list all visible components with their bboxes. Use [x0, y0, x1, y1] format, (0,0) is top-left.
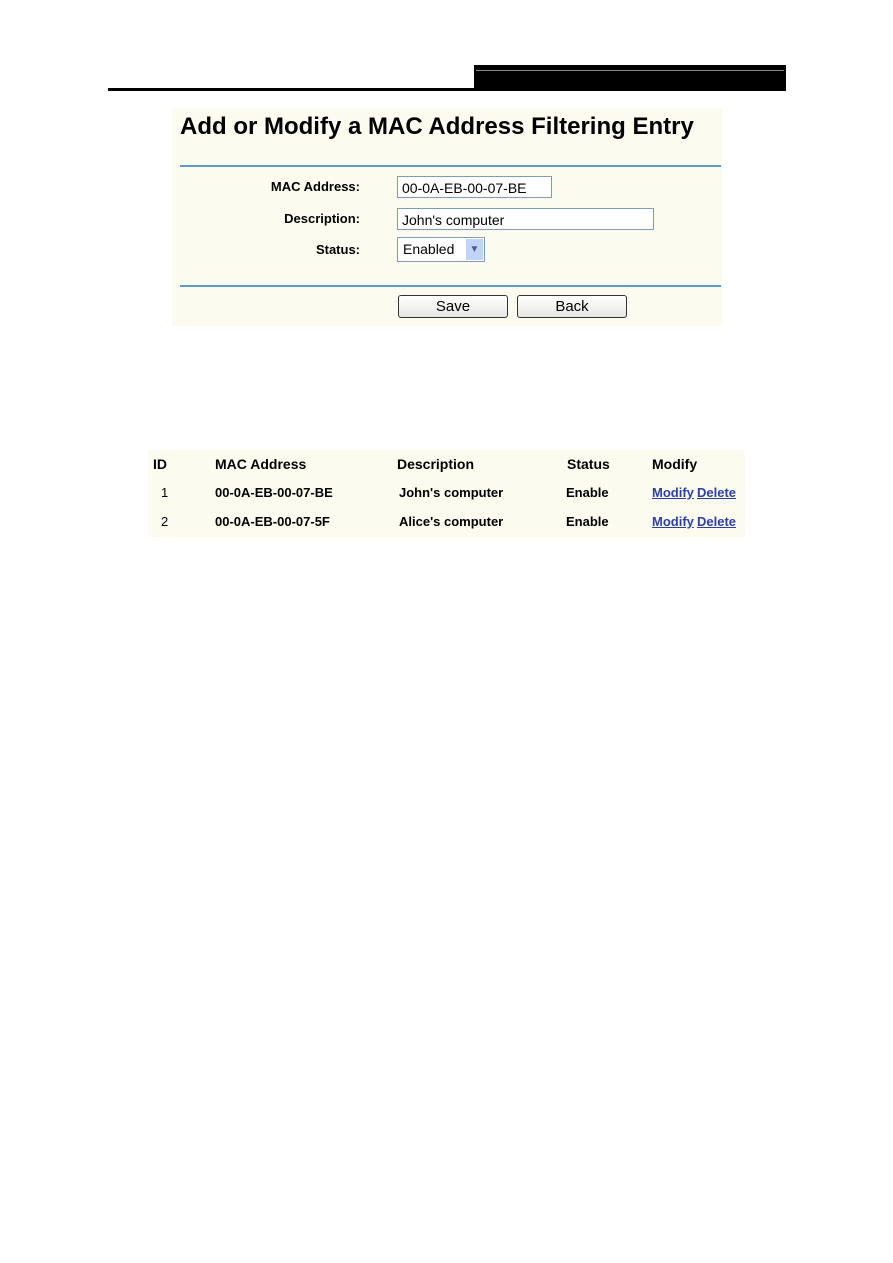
save-button[interactable]: Save — [398, 295, 508, 318]
cell-description: Alice's computer — [399, 514, 504, 529]
chevron-down-icon[interactable]: ▼ — [466, 239, 483, 260]
col-header-id: ID — [153, 456, 167, 472]
back-button[interactable]: Back — [517, 295, 627, 318]
cell-mac: 00-0A-EB-00-07-BE — [215, 485, 333, 500]
cell-description: John's computer — [399, 485, 504, 500]
status-value: Enabled — [403, 241, 455, 257]
divider — [180, 285, 721, 287]
cell-mac: 00-0A-EB-00-07-5F — [215, 514, 330, 529]
cell-id: 1 — [161, 485, 169, 500]
status-label: Status: — [315, 242, 360, 257]
delete-link[interactable]: Delete — [697, 514, 736, 529]
modify-link[interactable]: Modify — [652, 514, 694, 529]
col-header-modify: Modify — [652, 456, 698, 472]
header-box — [474, 65, 786, 90]
col-header-mac: MAC Address — [215, 456, 307, 472]
modify-link[interactable]: Modify — [652, 485, 694, 500]
col-header-status: Status — [567, 456, 610, 472]
description-label: Description: — [284, 211, 360, 226]
cell-id: 2 — [161, 514, 169, 529]
page-title: Add or Modify a MAC Address Filtering En… — [180, 113, 694, 140]
divider — [180, 165, 721, 167]
status-select[interactable]: Enabled ▼ — [397, 237, 485, 262]
mac-label: MAC Address: — [270, 179, 360, 194]
cell-status: Enable — [566, 485, 609, 500]
mac-filter-form: Add or Modify a MAC Address Filtering En… — [172, 108, 722, 326]
description-input[interactable]: John's computer — [397, 208, 654, 230]
mac-filter-table: ID MAC Address Description Status Modify… — [148, 450, 745, 537]
col-header-description: Description — [397, 456, 475, 472]
cell-status: Enable — [566, 514, 609, 529]
delete-link[interactable]: Delete — [697, 485, 736, 500]
mac-address-input[interactable]: 00-0A-EB-00-07-BE — [397, 176, 552, 198]
header-rule — [108, 88, 786, 91]
